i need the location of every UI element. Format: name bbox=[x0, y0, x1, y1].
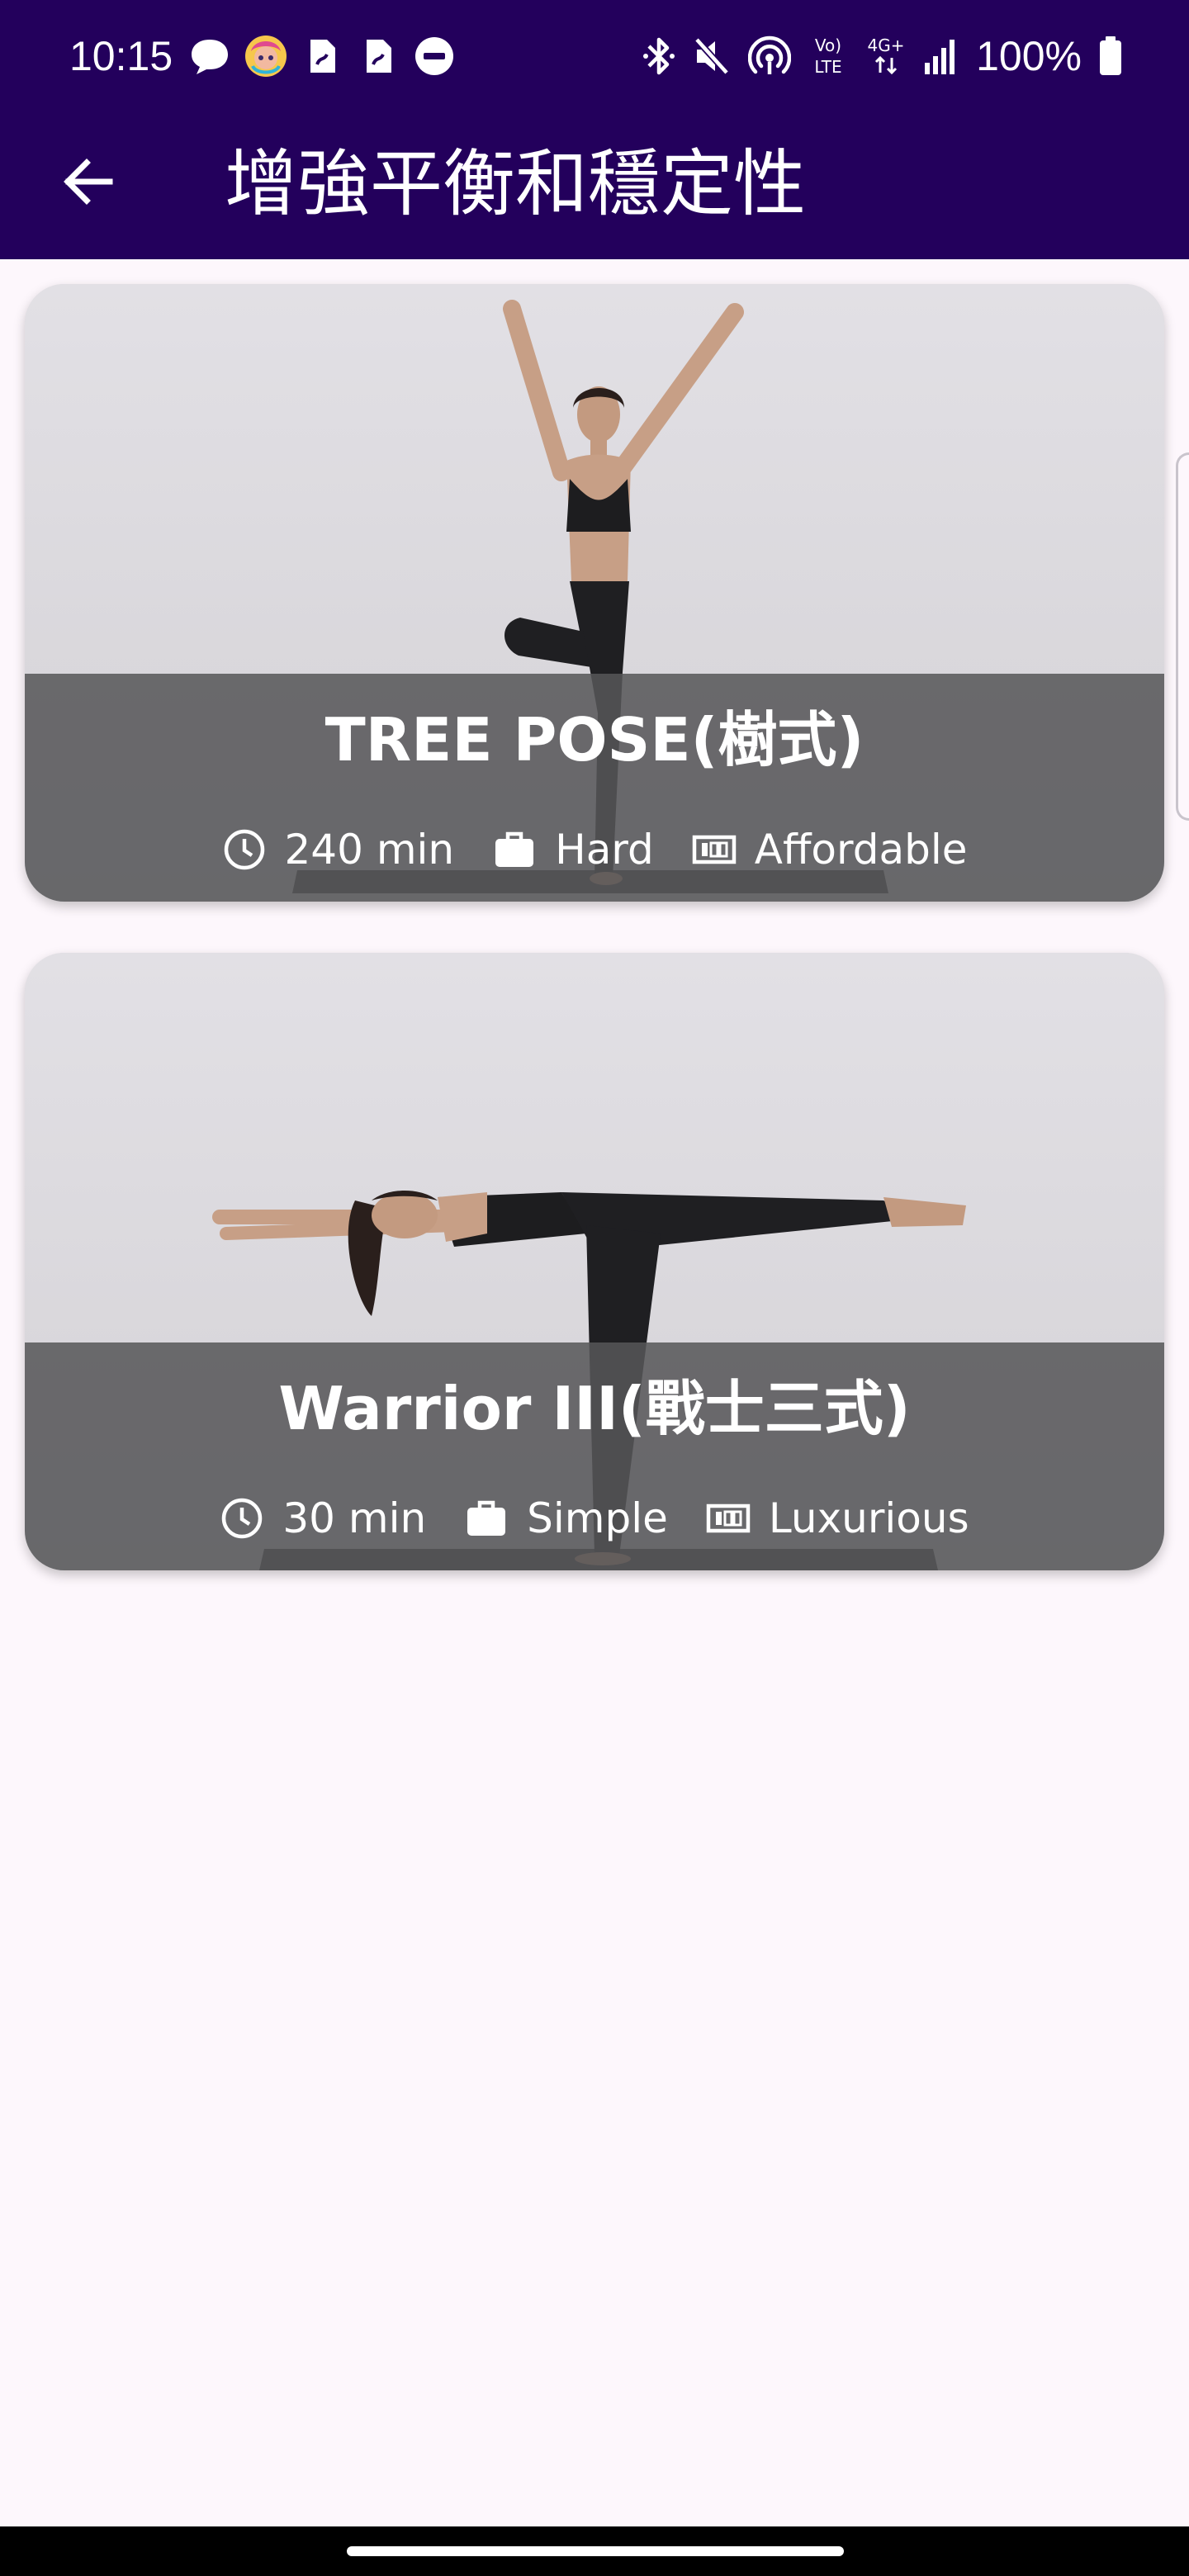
money-icon bbox=[692, 835, 737, 864]
card-info-overlay: TREE POSE(樹式) 240 min Hard Affordable bbox=[25, 674, 1164, 902]
document-icon bbox=[367, 40, 391, 73]
system-icons: Vo) LTE 4G+ 100% bbox=[642, 28, 1123, 84]
document-icon bbox=[310, 40, 335, 73]
card-meta-row: 30 min Simple Luxurious bbox=[25, 1489, 1164, 1547]
svg-text:LTE: LTE bbox=[814, 57, 841, 77]
svg-text:Vo): Vo) bbox=[815, 36, 841, 55]
navigation-bar bbox=[0, 2526, 1189, 2576]
complexity-text: Simple bbox=[527, 1494, 668, 1542]
home-indicator[interactable] bbox=[347, 2546, 844, 2556]
arrow-back-icon bbox=[64, 159, 113, 205]
signal-icon bbox=[925, 40, 955, 74]
complexity-text: Hard bbox=[555, 826, 654, 874]
duration-info: 240 min bbox=[222, 825, 455, 874]
card-title: Warrior III(戰士三式) bbox=[278, 1374, 911, 1443]
affordability-info: Luxurious bbox=[706, 1494, 969, 1543]
clock-icon bbox=[224, 829, 264, 870]
app-bar: 增強平衡和穩定性 bbox=[0, 111, 1189, 259]
battery-percent: 100% bbox=[976, 33, 1082, 79]
volte-icon: Vo) LTE bbox=[814, 36, 841, 77]
svg-text:4G+: 4G+ bbox=[868, 36, 905, 55]
affordability-text: Affordable bbox=[754, 826, 968, 874]
hotspot-icon bbox=[748, 36, 792, 74]
briefcase-icon bbox=[467, 1500, 506, 1536]
4g-icon: 4G+ bbox=[868, 36, 905, 75]
status-bar: 10:15 Vo) LTE 4G+ 100% bbox=[0, 0, 1189, 111]
status-time: 10:15 bbox=[69, 33, 173, 79]
chat-bubble-icon bbox=[192, 40, 228, 74]
duration-text: 30 min bbox=[282, 1494, 427, 1542]
pose-card-tree-pose[interactable]: TREE POSE(樹式) 240 min Hard Affordable bbox=[25, 284, 1164, 902]
mute-icon bbox=[693, 36, 732, 77]
scroll-handle[interactable] bbox=[1176, 452, 1189, 821]
affordability-text: Luxurious bbox=[768, 1494, 969, 1542]
duration-text: 240 min bbox=[284, 826, 455, 874]
back-button[interactable] bbox=[48, 142, 127, 221]
card-meta-row: 240 min Hard Affordable bbox=[25, 821, 1164, 878]
duration-info: 30 min bbox=[220, 1494, 426, 1543]
bluetooth-icon bbox=[643, 37, 675, 75]
affordability-info: Affordable bbox=[692, 825, 968, 874]
do-not-disturb-icon bbox=[415, 37, 453, 75]
card-info-overlay: Warrior III(戰士三式) 30 min Simple Luxuriou… bbox=[25, 1342, 1164, 1570]
battery-icon bbox=[1100, 36, 1121, 75]
pose-card-warrior-iii[interactable]: Warrior III(戰士三式) 30 min Simple Luxuriou… bbox=[25, 953, 1164, 1570]
avatar-badge-icon bbox=[245, 36, 287, 77]
briefcase-icon bbox=[495, 831, 534, 867]
money-icon bbox=[706, 1503, 751, 1533]
clock-icon bbox=[222, 1498, 263, 1539]
notification-icons bbox=[187, 31, 457, 81]
page-title: 增強平衡和穩定性 bbox=[225, 141, 807, 226]
complexity-info: Hard bbox=[492, 825, 654, 874]
card-title: TREE POSE(樹式) bbox=[324, 705, 865, 774]
complexity-info: Simple bbox=[464, 1494, 668, 1543]
